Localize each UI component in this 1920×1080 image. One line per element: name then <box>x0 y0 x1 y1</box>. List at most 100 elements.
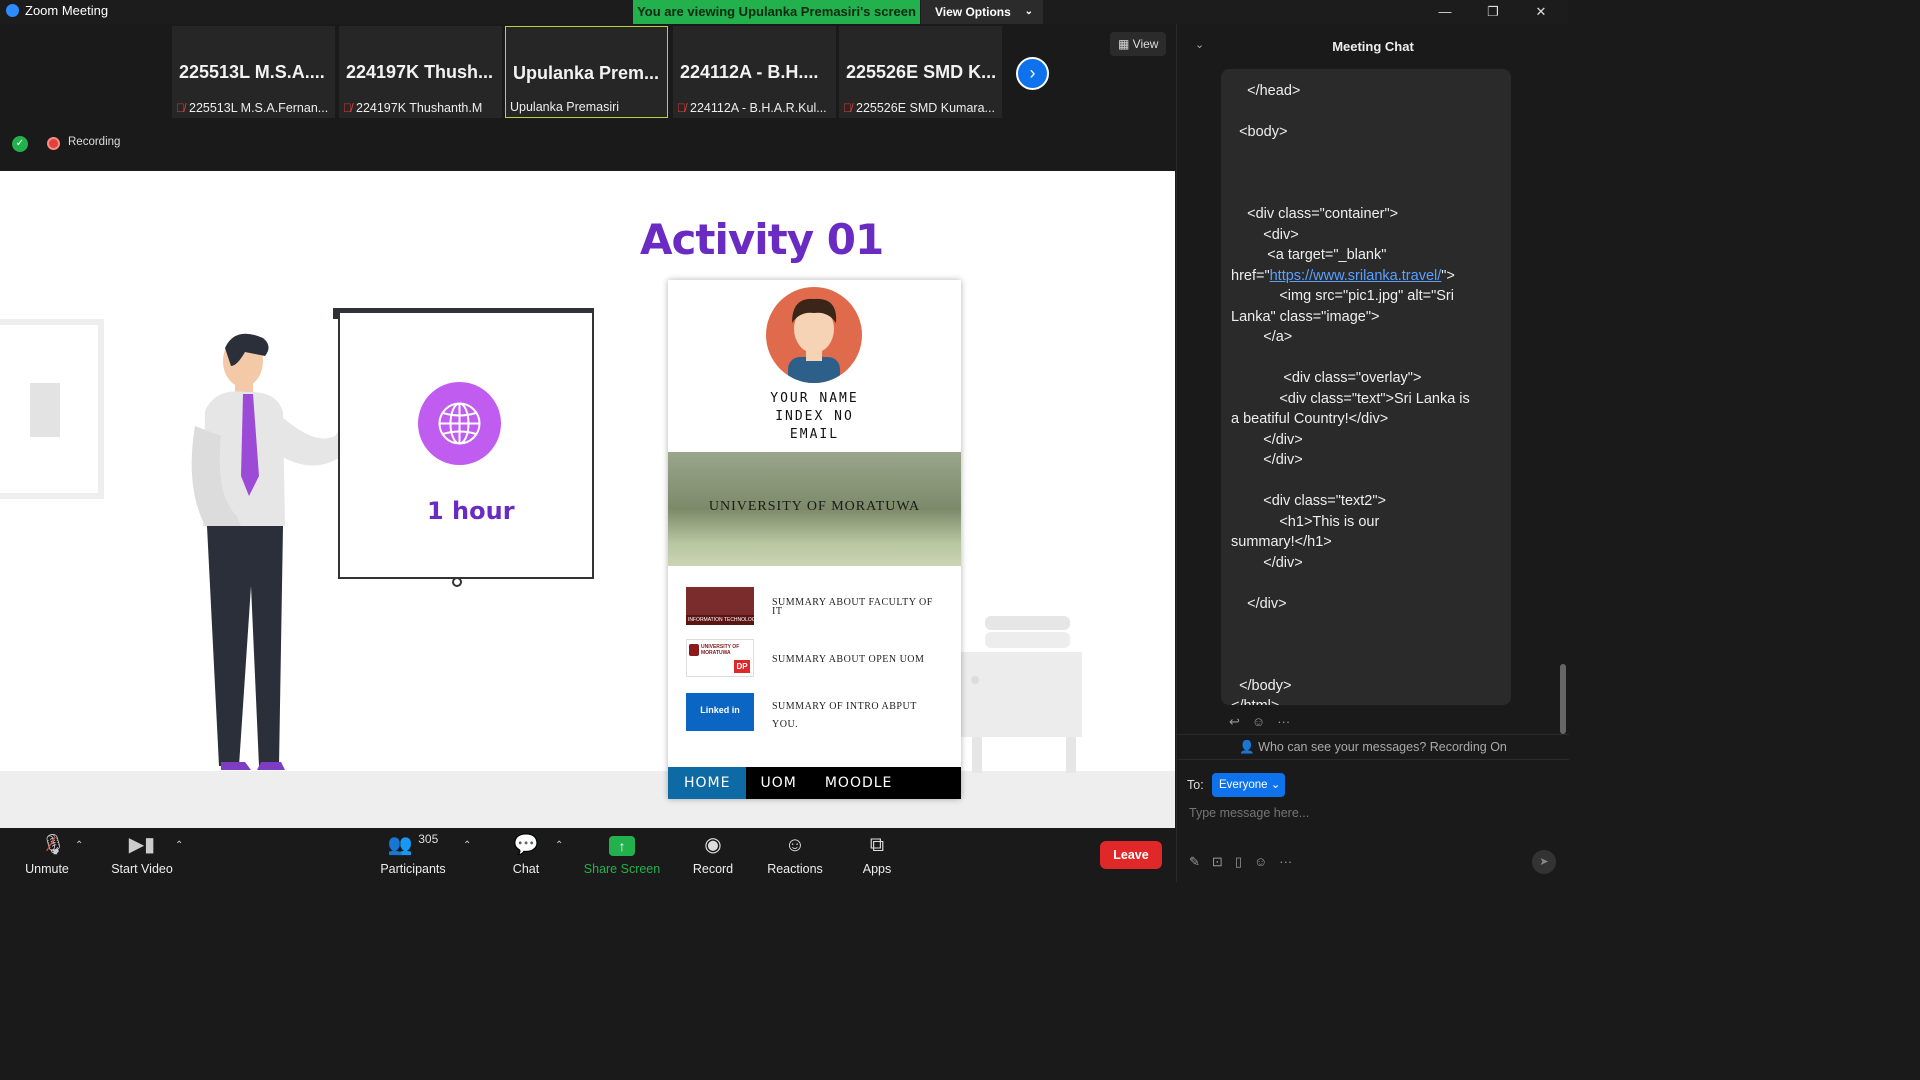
reactions-label: Reactions <box>767 862 823 876</box>
restore-button[interactable]: ❐ <box>1470 0 1516 24</box>
emoji-icon[interactable]: ☺ <box>1254 854 1267 870</box>
chat-code-line: </html> <box>1231 696 1503 705</box>
start-video-button[interactable]: ▶▮ Start Video <box>106 828 178 882</box>
globe-icon <box>418 382 501 465</box>
chat-code-line: Lanka" class="image"> <box>1231 308 1380 325</box>
reactions-button[interactable]: ☺ Reactions <box>766 828 824 882</box>
video-off-icon: ▶▮ <box>128 834 156 856</box>
participant-name-large: 225513L M.S.A.... <box>179 62 325 82</box>
chat-scrollbar[interactable] <box>1560 664 1566 734</box>
record-button[interactable]: ◉ Record <box>690 828 736 882</box>
card-nav-bar: HOME UOM MOODLE <box>668 767 961 799</box>
audio-options-caret[interactable]: ⌃ <box>75 840 83 851</box>
participants-button[interactable]: 👥 305 Participants <box>376 828 450 882</box>
avatar <box>766 287 862 383</box>
chat-code-line: <div class="text2"> <box>1231 493 1386 509</box>
video-options-caret[interactable]: ⌃ <box>175 840 183 851</box>
reply-icon[interactable]: ↩ <box>1229 714 1240 730</box>
chat-code-line: a beatiful Country!</div> <box>1231 411 1389 427</box>
slide-title: Activity 01 <box>640 215 884 264</box>
record-label: Record <box>692 862 734 876</box>
participant-name-large: 224197K Thush... <box>346 62 494 82</box>
chat-code-line: </body> <box>1231 677 1292 694</box>
chat-code-line <box>1231 184 1503 205</box>
participant-thumbnail[interactable]: 224112A - B.H.... 🎙̸ 224112A - B.H.A.R.Ku… <box>673 26 836 118</box>
shield-icon[interactable]: ✓ <box>12 136 28 152</box>
sponsor-logo-icon: DP <box>734 660 750 673</box>
send-button[interactable]: ➤ <box>1532 850 1556 874</box>
participant-label: 🎙̸ 224112A - B.H.A.R.Kul... <box>677 101 833 115</box>
participants-options-caret[interactable]: ⌃ <box>463 840 471 851</box>
recipient-label: To: <box>1187 778 1204 792</box>
recording-icon[interactable] <box>47 137 60 150</box>
chat-code-line <box>1231 348 1503 369</box>
more-icon[interactable]: ··· <box>1277 714 1290 730</box>
participant-name-large: 225526E SMD K... <box>846 62 997 82</box>
meeting-chat-panel: ⌄ Meeting Chat </head> <body> <div class… <box>1176 24 1569 882</box>
leave-button[interactable]: Leave <box>1100 841 1162 869</box>
chat-icon: 💬 <box>513 834 539 856</box>
add-reaction-icon[interactable]: ☺ <box>1252 714 1265 730</box>
faculty-it-thumbnail: INFORMATION TECHNOLOGY <box>686 587 754 625</box>
view-button-label: View <box>1132 37 1159 51</box>
minimize-button[interactable]: — <box>1422 0 1468 24</box>
chat-code-line <box>1231 614 1503 635</box>
participant-thumbnails: 225513L M.S.A.... 🎙̸ 225513L M.S.A.Fernan… <box>0 24 1175 171</box>
chat-code-line: href="https://www.srilanka.travel/"> <box>1231 267 1455 284</box>
share-screen-icon: ↑ <box>609 836 635 856</box>
chat-title: Meeting Chat <box>1332 39 1414 54</box>
meeting-toolbar: 🎙⁄ Unmute ⌃ ▶▮ Start Video ⌃ 👥 305 Parti… <box>0 828 1175 882</box>
shared-screen: Activity 01 1 hour YOUR NAME INDEX NO EM… <box>0 171 1175 828</box>
chevron-down-icon: ⌄ <box>1270 779 1281 791</box>
view-button[interactable]: ▦ View <box>1110 32 1166 56</box>
start-video-label: Start Video <box>111 862 173 876</box>
board-peg <box>452 577 462 587</box>
share-screen-button[interactable]: ↑ Share Screen <box>582 828 662 882</box>
viewing-banner: You are viewing Upulanka Premasiri's scr… <box>633 0 920 24</box>
unmute-button[interactable]: 🎙⁄ Unmute <box>20 828 74 882</box>
chat-options-caret[interactable]: ⌃ <box>555 840 563 851</box>
participant-thumbnail[interactable]: 225513L M.S.A.... 🎙̸ 225513L M.S.A.Fernan… <box>172 26 335 118</box>
apps-button[interactable]: ⧉ Apps <box>858 828 896 882</box>
more-icon[interactable]: ··· <box>1279 854 1292 870</box>
participant-name: 224197K Thushanth.M <box>356 101 483 115</box>
open-uom-thumbnail-label: UNIVERSITY OF MORATUWA <box>701 644 740 656</box>
summary-open-uom: SUMMARY ABOUT OPEN UOM <box>772 654 925 665</box>
participant-name: 225526E SMD Kumara... <box>856 101 995 115</box>
chat-code-line <box>1231 143 1503 164</box>
recipient-select[interactable]: Everyone ⌄ <box>1212 773 1285 797</box>
screenshot-icon[interactable]: ⊡ <box>1212 854 1223 870</box>
chat-message-text[interactable]: </head> <body> <div class="container"> <… <box>1231 81 1503 705</box>
linkedin-thumbnail: Linked in <box>686 693 754 731</box>
grid-icon: ▦ <box>1118 37 1133 51</box>
profile-card-mockup: YOUR NAME INDEX NO EMAIL UNIVERSITY OF M… <box>668 280 961 799</box>
view-options-button[interactable]: View Options ⌄ <box>921 0 1043 24</box>
linkedin-thumbnail-label: Linked in <box>700 705 740 715</box>
chat-code-line: <a target="_blank" <box>1231 247 1387 263</box>
message-visibility-notice[interactable]: 👤 Who can see your messages? Recording O… <box>1177 734 1569 760</box>
view-options-label: View Options <box>935 5 1011 19</box>
chat-code-line: </div> <box>1231 431 1303 448</box>
chat-code-line <box>1231 102 1503 123</box>
background-furniture <box>960 616 1082 773</box>
participant-thumbnail[interactable]: 224197K Thush... 🎙̸ 224197K Thushanth.M <box>339 26 502 118</box>
message-visibility-text: Who can see your messages? Recording On <box>1258 740 1507 754</box>
wall-frame <box>0 319 104 499</box>
recipient-value: Everyone <box>1219 779 1268 791</box>
mic-muted-icon: 🎙̸ <box>843 101 852 115</box>
chat-message-input[interactable] <box>1189 802 1549 824</box>
chat-link-suffix: "> <box>1441 267 1455 284</box>
chat-link[interactable]: https://www.srilanka.travel/ <box>1270 268 1442 284</box>
file-icon[interactable]: ▯ <box>1235 854 1242 870</box>
participant-thumbnail[interactable]: 225526E SMD K... 🎙̸ 225526E SMD Kumara... <box>839 26 1002 118</box>
next-page-button[interactable]: › <box>1016 57 1049 90</box>
chat-code-line: <div class="container"> <box>1231 206 1399 222</box>
participant-label: 🎙̸ 224197K Thushanth.M <box>343 101 499 115</box>
apps-label: Apps <box>862 862 892 876</box>
chat-code-line: <div class="overlay"> <box>1231 370 1422 386</box>
close-button[interactable]: ✕ <box>1518 0 1564 24</box>
participant-thumbnail-active[interactable]: Upulanka Prem... Upulanka Premasiri <box>505 26 668 118</box>
participants-icon: 👥 305 <box>387 832 439 856</box>
chat-button[interactable]: 💬 Chat <box>506 828 546 882</box>
format-icon[interactable]: ✎ <box>1189 854 1200 870</box>
